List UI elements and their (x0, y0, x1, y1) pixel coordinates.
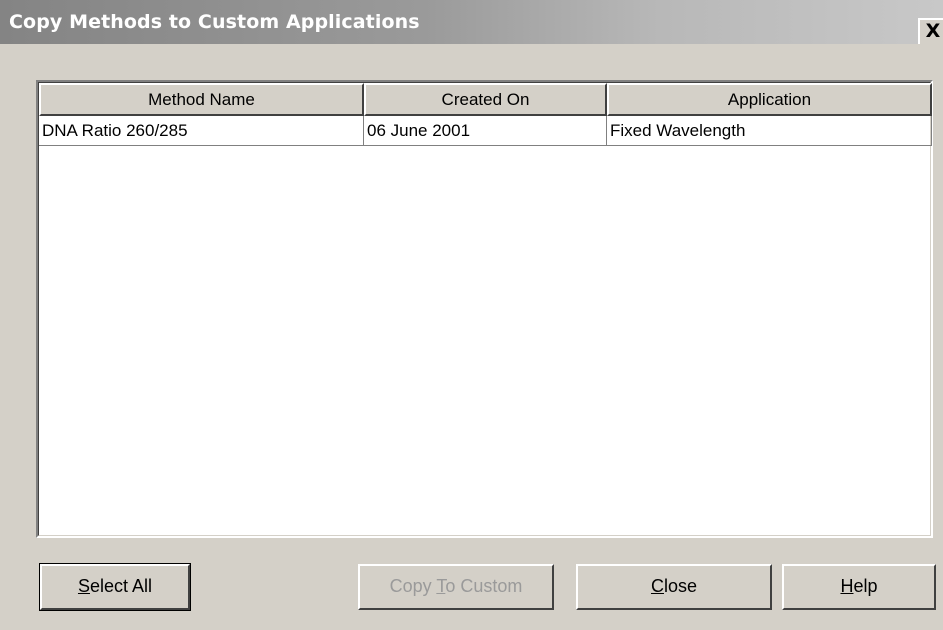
window-title: Copy Methods to Custom Applications (9, 11, 420, 33)
column-header-created-on[interactable]: Created On (364, 83, 607, 116)
methods-list[interactable]: Method Name Created On Application DNA R… (36, 80, 933, 538)
close-icon[interactable]: X (918, 18, 943, 44)
cell-application: Fixed Wavelength (607, 116, 932, 146)
copy-to-custom-mnemonic: T (436, 576, 446, 596)
table-row[interactable]: DNA Ratio 260/285 06 June 2001 Fixed Wav… (39, 116, 932, 146)
copy-to-custom-label-pre: Copy (389, 576, 437, 596)
list-header: Method Name Created On Application (39, 83, 932, 116)
copy-methods-dialog: Copy Methods to Custom Applications X Me… (0, 0, 943, 630)
copy-to-custom-button[interactable]: Copy To Custom (358, 564, 554, 610)
column-header-method-name[interactable]: Method Name (39, 83, 364, 116)
select-all-label-post: elect All (89, 576, 153, 596)
cell-created-on: 06 June 2001 (364, 116, 607, 146)
title-bar[interactable]: Copy Methods to Custom Applications X (0, 0, 943, 44)
close-mnemonic: C (650, 576, 664, 596)
cell-method-name: DNA Ratio 260/285 (39, 116, 364, 146)
column-header-application[interactable]: Application (607, 83, 932, 116)
help-label-post: elp (853, 576, 878, 596)
copy-to-custom-label-post: o Custom (445, 576, 523, 596)
help-button[interactable]: Help (782, 564, 936, 610)
help-mnemonic: H (840, 576, 854, 596)
select-all-button[interactable]: Select All (39, 563, 191, 611)
select-all-mnemonic: S (77, 576, 90, 596)
close-label-post: lose (663, 576, 698, 596)
close-button[interactable]: Close (576, 564, 772, 610)
